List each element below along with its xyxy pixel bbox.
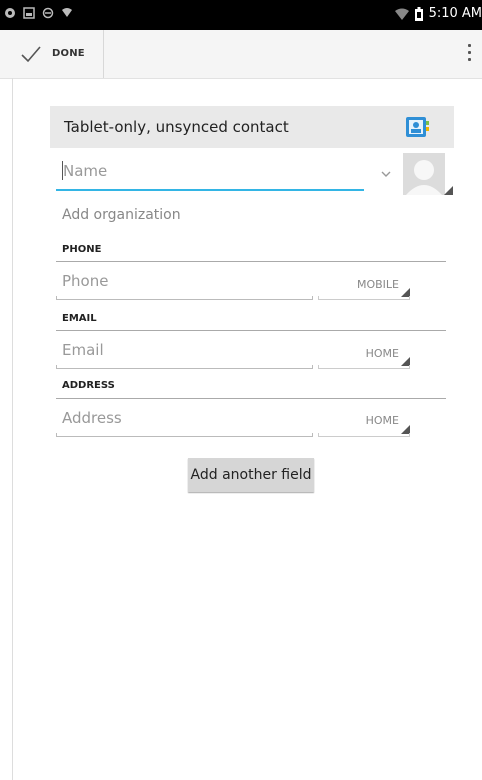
address-input-underline (56, 433, 313, 437)
overflow-menu-icon[interactable] (466, 44, 472, 66)
address-section-title: ADDRESS (62, 380, 115, 391)
done-label: DONE (52, 48, 85, 59)
wifi-icon (394, 8, 409, 20)
notification-icon (5, 8, 15, 18)
phone-input-underline (56, 296, 313, 300)
done-button[interactable]: DONE (0, 30, 104, 78)
account-header: Tablet-only, unsynced contact (50, 106, 454, 148)
phone-section-title: PHONE (62, 244, 102, 255)
email-type-underline (318, 365, 410, 369)
status-time: 5:10 AM (428, 6, 482, 21)
email-section-title: EMAIL (62, 313, 97, 324)
add-organization-link[interactable]: Add organization (62, 207, 181, 223)
email-input[interactable]: Email (62, 341, 104, 359)
checkmark-icon (21, 46, 41, 63)
status-bar-left (4, 7, 73, 19)
address-type-select[interactable]: HOME (318, 414, 399, 427)
account-header-title: Tablet-only, unsynced contact (64, 118, 289, 136)
action-bar: DONE (0, 30, 482, 79)
phone-type-underline (318, 296, 410, 300)
email-type-select[interactable]: HOME (318, 347, 399, 360)
address-input[interactable]: Address (62, 409, 122, 427)
email-section-divider (56, 330, 446, 331)
name-input[interactable]: Name (63, 162, 107, 180)
chevron-down-icon[interactable] (380, 170, 392, 178)
address-type-underline (318, 433, 410, 437)
text-cursor (62, 161, 63, 180)
phone-input[interactable]: Phone (62, 272, 108, 290)
status-bar-right: 5:10 AM (394, 6, 482, 21)
battery-icon (414, 6, 423, 21)
add-another-field-button[interactable]: Add another field (188, 458, 314, 492)
panel-divider (12, 78, 13, 780)
contact-photo-avatar[interactable] (403, 153, 453, 195)
sync-icon (42, 7, 54, 19)
contact-card-icon (406, 117, 429, 137)
name-input-underline (56, 189, 364, 191)
address-section-divider (56, 398, 446, 399)
phone-type-select[interactable]: MOBILE (318, 278, 399, 291)
phone-section-divider (56, 261, 446, 262)
status-bar: 5:10 AM (0, 0, 482, 30)
email-input-underline (56, 365, 313, 369)
signal-icon (62, 8, 72, 17)
gallery-icon (23, 7, 35, 19)
